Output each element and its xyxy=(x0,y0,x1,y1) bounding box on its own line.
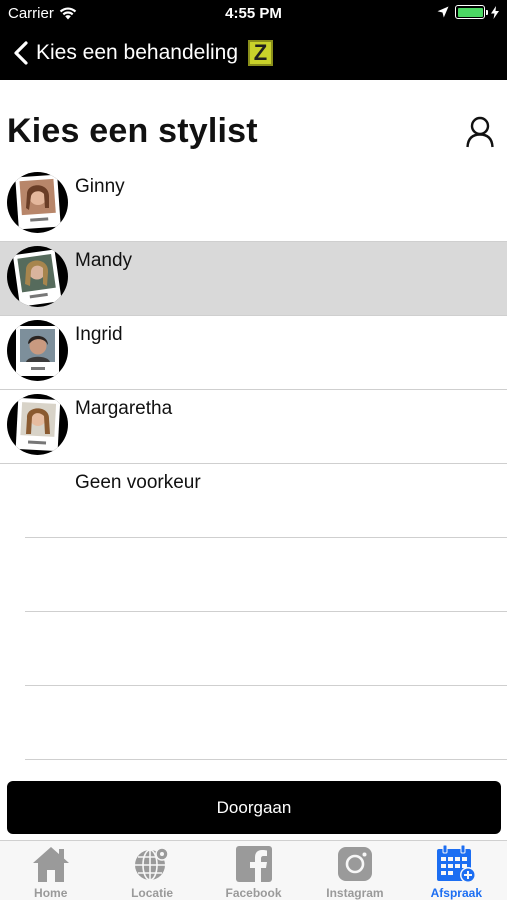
page-title: Kies een stylist xyxy=(7,112,258,150)
avatar xyxy=(7,320,68,381)
tab-label: Instagram xyxy=(326,886,384,900)
back-button-label: Kies een behandeling xyxy=(36,41,239,64)
status-right xyxy=(437,5,499,19)
stylist-row-mandy[interactable]: Mandy xyxy=(0,242,507,316)
stylist-name: Ingrid xyxy=(75,324,123,345)
stylist-name: Margaretha xyxy=(75,398,173,419)
stylist-row-ginny[interactable]: Ginny xyxy=(0,168,507,242)
location-arrow-icon xyxy=(437,6,449,18)
no-preference-label: Geen voorkeur xyxy=(75,472,201,493)
stylist-name: Ginny xyxy=(75,176,125,197)
empty-row xyxy=(25,612,507,686)
tab-label: Afspraak xyxy=(430,886,482,900)
status-bar: Carrier 4:55 PM xyxy=(0,0,507,28)
stylist-row-margaretha[interactable]: Margaretha xyxy=(0,390,507,464)
globe-icon xyxy=(130,844,174,884)
instagram-icon xyxy=(333,844,377,884)
stylist-name: Mandy xyxy=(75,250,133,271)
no-preference-row[interactable]: Geen voorkeur xyxy=(25,464,507,538)
tab-label: Facebook xyxy=(225,886,282,900)
facebook-icon xyxy=(232,844,276,884)
calendar-add-icon xyxy=(434,844,478,884)
battery-icon xyxy=(455,5,488,19)
stylist-list: Ginny Mandy Ingrid Margaretha Geen voork… xyxy=(0,168,507,760)
tab-instagram[interactable]: Instagram xyxy=(304,841,405,900)
tab-locatie[interactable]: Locatie xyxy=(101,841,202,900)
empty-row xyxy=(25,686,507,760)
charging-bolt-icon xyxy=(491,5,499,19)
top-bar: Carrier 4:55 PM Kies een behandeling Z xyxy=(0,0,507,80)
avatar xyxy=(7,172,68,233)
empty-row xyxy=(25,538,507,612)
profile-button[interactable] xyxy=(465,116,495,148)
tab-home[interactable]: Home xyxy=(0,841,101,900)
person-icon xyxy=(466,116,494,148)
avatar xyxy=(7,246,68,307)
tab-facebook[interactable]: Facebook xyxy=(203,841,304,900)
tab-bar: Home Locatie Facebook Instagram Afspraak xyxy=(0,840,507,900)
chevron-left-icon xyxy=(14,41,28,65)
home-icon xyxy=(29,844,73,884)
brand-logo: Z xyxy=(248,40,274,66)
navigation-bar: Kies een behandeling Z xyxy=(0,30,507,76)
status-time: 4:55 PM xyxy=(225,5,282,22)
tab-afspraak[interactable]: Afspraak xyxy=(406,841,507,900)
avatar xyxy=(7,394,68,455)
continue-button[interactable]: Doorgaan xyxy=(7,781,501,834)
tab-label: Locatie xyxy=(131,886,174,900)
back-button[interactable]: Kies een behandeling xyxy=(0,30,238,76)
stylist-row-ingrid[interactable]: Ingrid xyxy=(0,316,507,390)
tab-label: Home xyxy=(34,886,68,900)
